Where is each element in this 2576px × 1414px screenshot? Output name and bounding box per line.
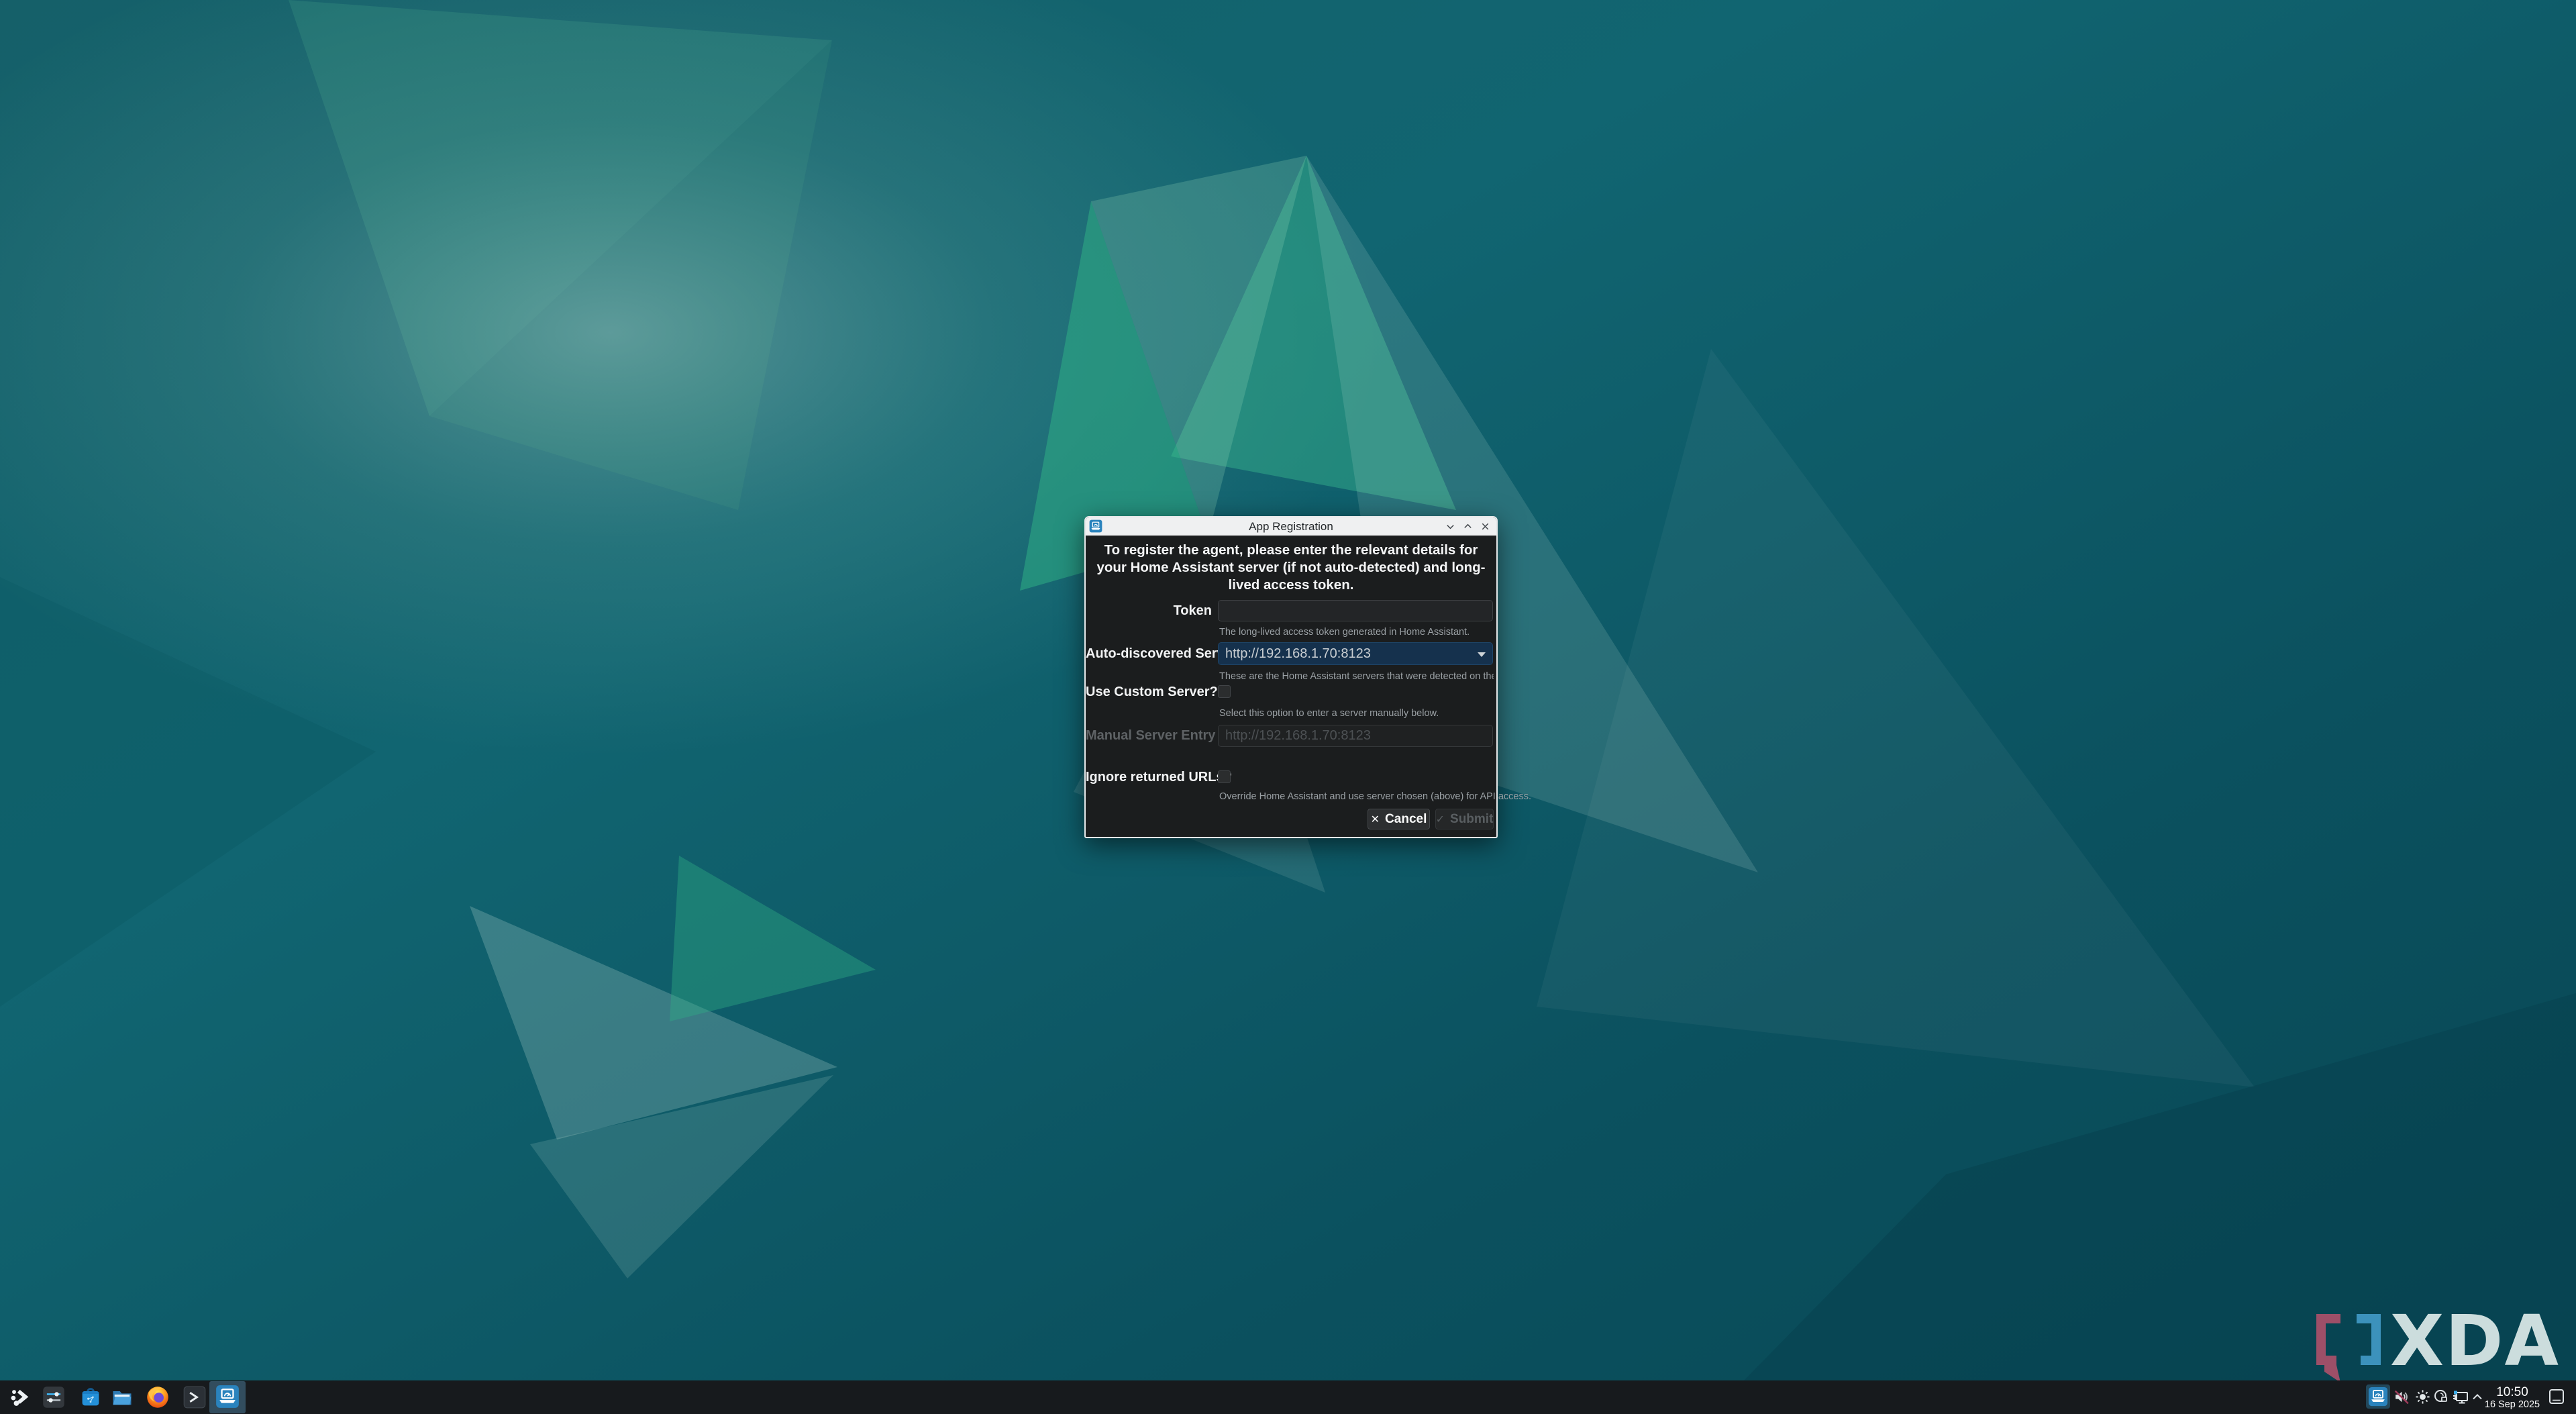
- volume-muted-icon[interactable]: [2393, 1388, 2411, 1406]
- window-titlebar[interactable]: App Registration: [1086, 517, 1496, 536]
- network-wired-icon[interactable]: [2451, 1388, 2469, 1407]
- cancel-button[interactable]: ✕ Cancel: [1368, 809, 1430, 829]
- servers-label: Auto-discovered Servers: [1086, 642, 1212, 665]
- ignore-urls-checkbox[interactable]: [1218, 770, 1231, 783]
- token-input[interactable]: [1218, 600, 1493, 621]
- brightness-icon[interactable]: [2415, 1389, 2430, 1405]
- taskbar-panel: [0, 1380, 2576, 1414]
- cancel-button-label: Cancel: [1385, 812, 1427, 827]
- tray-ha-agent[interactable]: [2366, 1384, 2390, 1409]
- xda-watermark-text: XDA: [2390, 1307, 2560, 1382]
- clock-widget[interactable]: 10:50 16 Sep 2025: [2483, 1382, 2542, 1412]
- konsole-icon[interactable]: [183, 1385, 207, 1409]
- servers-combobox[interactable]: http://192.168.1.70:8123: [1218, 642, 1493, 665]
- manual-entry-label: Manual Server Entry: [1086, 725, 1212, 747]
- clock-time: 10:50: [2496, 1385, 2528, 1399]
- manual-entry-input[interactable]: [1218, 725, 1493, 747]
- xda-bracket-left-icon: [2316, 1314, 2340, 1382]
- close-icon: [1480, 521, 1490, 532]
- ignore-urls-label: Ignore returned URLs?: [1086, 770, 1212, 784]
- dialog-intro-text: To register the agent, please enter the …: [1094, 542, 1488, 594]
- app-registration-window: App Registration To register the agent, …: [1084, 516, 1498, 838]
- discover-store-icon[interactable]: [79, 1385, 103, 1409]
- minimize-button[interactable]: [1445, 521, 1456, 532]
- app-launcher-icon[interactable]: [8, 1385, 32, 1409]
- custom-server-checkbox[interactable]: [1218, 685, 1231, 698]
- cancel-x-icon: ✕: [1371, 813, 1380, 826]
- firefox-icon[interactable]: [146, 1385, 170, 1409]
- ha-agent-icon: [215, 1384, 240, 1409]
- xda-bracket-right-icon: [2357, 1314, 2381, 1365]
- chevron-up-icon: [1463, 521, 1473, 532]
- submit-button-label: Submit: [1450, 812, 1493, 827]
- show-desktop-icon[interactable]: [2548, 1388, 2565, 1405]
- token-help-text: The long-lived access token generated in…: [1219, 627, 1470, 638]
- token-label: Token: [1086, 600, 1212, 621]
- chevron-down-icon: [1445, 521, 1455, 532]
- custom-server-label: Use Custom Server?: [1086, 685, 1212, 699]
- submit-check-icon: ✓: [1436, 813, 1445, 826]
- dolphin-file-manager-icon[interactable]: [110, 1385, 134, 1409]
- clock-date: 16 Sep 2025: [2485, 1399, 2540, 1410]
- active-task-ha-agent[interactable]: [209, 1381, 246, 1413]
- window-title: App Registration: [1086, 520, 1496, 534]
- expand-panel-icon[interactable]: [2471, 1391, 2483, 1403]
- submit-button[interactable]: ✓ Submit: [1435, 809, 1494, 829]
- xda-watermark: XDA: [2307, 1307, 2570, 1388]
- app-window-icon: [1089, 519, 1102, 533]
- dropdown-arrow-icon: [1478, 652, 1486, 657]
- ha-agent-tray-icon: [2368, 1386, 2388, 1407]
- maximize-button[interactable]: [1462, 521, 1474, 532]
- device-notifier-icon[interactable]: [2433, 1388, 2449, 1405]
- ignore-urls-help-text: Override Home Assistant and use server c…: [1219, 791, 1531, 802]
- system-settings-icon[interactable]: [42, 1385, 66, 1409]
- servers-help-text: These are the Home Assistant servers tha…: [1219, 671, 1494, 682]
- servers-combobox-value: http://192.168.1.70:8123: [1225, 646, 1371, 662]
- custom-server-help-text: Select this option to enter a server man…: [1219, 708, 1439, 719]
- close-button[interactable]: [1480, 521, 1491, 532]
